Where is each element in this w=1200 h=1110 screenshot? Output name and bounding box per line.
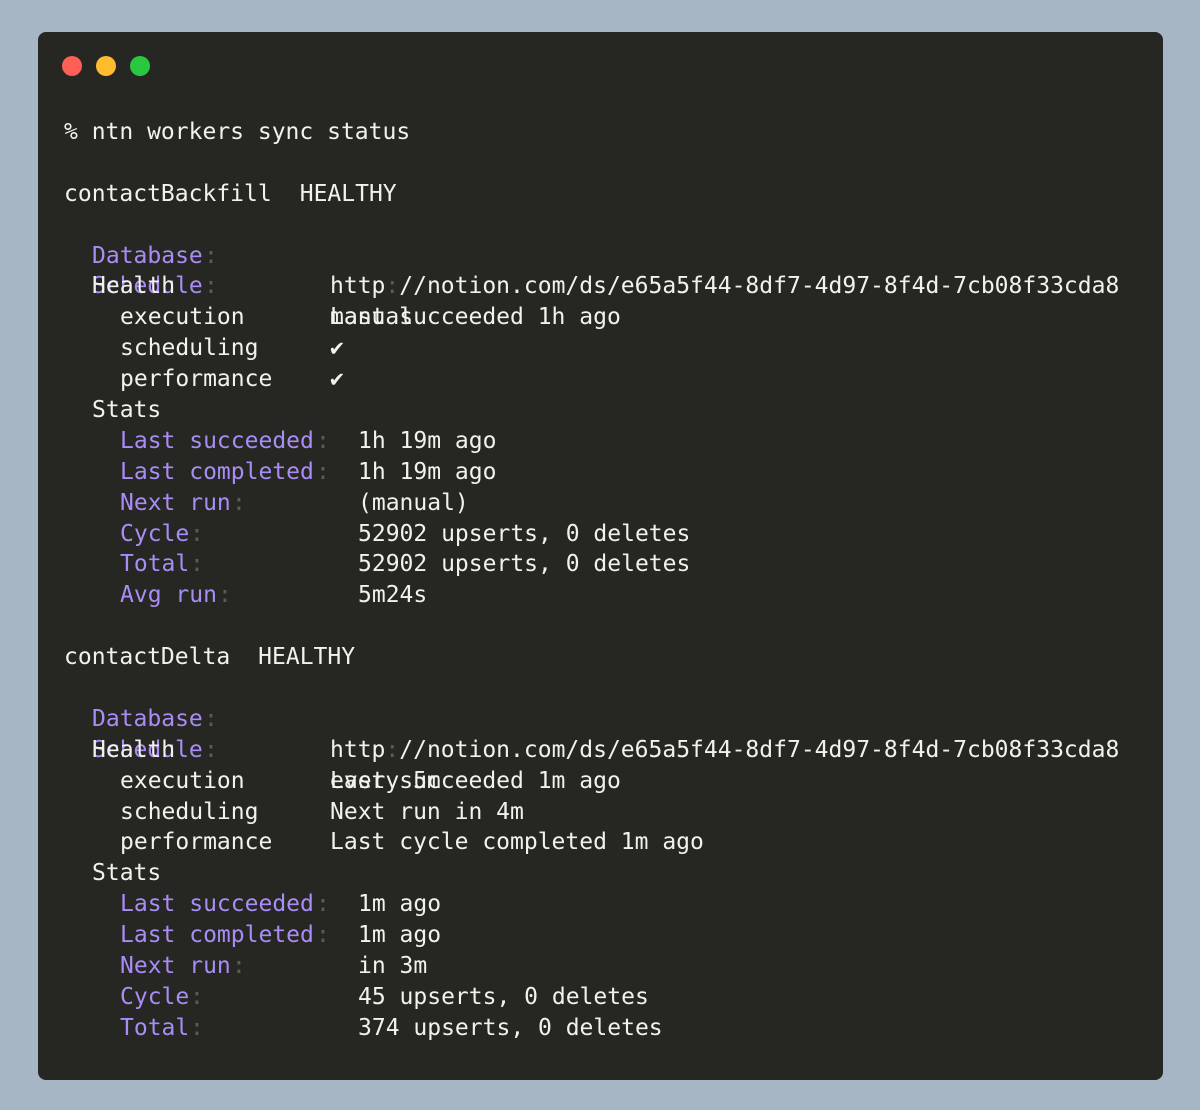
stat-key: Total [120,1014,190,1041]
stat-value: 1m ago [358,922,442,949]
health-row: performance Last cycle completed 1m ago [64,827,704,858]
stat-key: Last succeeded [120,427,314,454]
stat-row: Cycle: 45 upserts, 0 deletes [64,982,649,1013]
stat-key: Last succeeded [120,891,314,918]
colon: : [190,520,204,547]
command-line: % ntn workers sync status [64,119,411,145]
stat-value: 45 upserts, 0 deletes [358,983,649,1010]
check-icon: ✔ [330,366,344,393]
database-row: Database: http://notion.com/ds/e65a5f44-… [64,673,1119,763]
stat-value: 1m ago [358,891,442,918]
health-value: Last succeeded 1m ago [330,767,621,794]
stat-row: Last completed: 1m ago [64,920,441,951]
stat-value: 52902 upserts, 0 deletes [358,551,691,578]
colon: : [190,1014,204,1041]
terminal-window: % ntn workers sync status contactBackfil… [38,32,1163,1080]
stat-row: Next run: (manual) [64,488,469,519]
stat-key: Avg run [120,582,217,609]
stat-key: Last completed [120,922,314,949]
worker-status: HEALTHY [299,180,397,207]
health-key: scheduling [120,798,259,825]
colon: : [316,458,330,485]
stat-value: 374 upserts, 0 deletes [358,1014,663,1041]
zoom-button[interactable] [130,56,150,76]
colon: : [190,983,204,1010]
stats-heading: Stats [64,395,410,426]
stat-value: 5m24s [358,582,428,609]
health-key: execution [120,304,245,331]
health-label: Health [92,273,176,300]
colon: : [232,489,246,516]
colon: : [232,953,246,980]
stat-row: Last succeeded: 1h 19m ago [64,426,496,457]
terminal-output: % ntn workers sync status contactBackfil… [64,117,1119,1044]
stat-value: (manual) [358,489,469,516]
stat-row: Total: 52902 upserts, 0 deletes [64,549,690,580]
worker-name: contactDelta [64,644,231,671]
worker-status: HEALTHY [258,644,356,671]
health-row: execution Last succeeded 1h ago [64,302,621,333]
health-key: performance [120,366,273,393]
colon: : [316,891,330,918]
worker-header: contactBackfill HEALTHY [64,179,410,210]
colon: : [218,582,232,609]
health-heading: Health [64,735,410,766]
stat-value: 52902 upserts, 0 deletes [358,520,691,547]
stat-row: Last completed: 1h 19m ago [64,457,496,488]
url-path: //notion.com/ds/e65a5f44-8df7-4d97-8f4d-… [399,736,1120,763]
stat-row: Last succeeded: 1m ago [64,889,441,920]
health-heading: Health [64,271,410,302]
stat-key: Next run [120,489,231,516]
health-row: scheduling Next run in 4m [64,797,524,828]
worker-name: contactBackfill [64,180,272,207]
stat-key: Total [120,551,190,578]
stat-key: Cycle [120,983,190,1010]
stat-row: Avg run: 5m24s [64,580,427,611]
close-button[interactable] [62,56,82,76]
minimize-button[interactable] [96,56,116,76]
schedule-row: Schedule: every 5m [64,704,441,794]
database-value[interactable]: http://notion.com/ds/e65a5f44-8df7-4d97-… [330,735,1119,766]
health-row: execution Last succeeded 1m ago [64,766,621,797]
colon: : [316,922,330,949]
colon: : [190,551,204,578]
health-key: performance [120,829,273,856]
health-row: performance ✔ [64,364,410,395]
stats-label: Stats [92,397,162,424]
stat-row: Next run: in 3m [64,951,427,982]
stat-value: 1h 19m ago [358,458,497,485]
health-label: Health [92,736,176,763]
check-icon: ✔ [330,335,344,362]
database-row: Database: http://notion.com/ds/e65a5f44-… [64,210,1119,300]
stat-row: Total: 374 upserts, 0 deletes [64,1013,663,1044]
stat-value: 1h 19m ago [358,427,497,454]
stat-key: Last completed [120,458,314,485]
url-path: //notion.com/ds/e65a5f44-8df7-4d97-8f4d-… [399,273,1120,300]
schedule-row: Schedule: manual [64,241,413,330]
stat-value: in 3m [358,953,428,980]
stat-row: Cycle: 52902 upserts, 0 deletes [64,519,690,550]
stats-label: Stats [92,860,162,887]
health-value: Next run in 4m [330,798,524,825]
stat-key: Cycle [120,520,190,547]
health-row: scheduling ✔ [64,333,410,364]
stats-heading: Stats [64,858,410,889]
health-value: Last cycle completed 1m ago [330,829,704,856]
database-value[interactable]: http://notion.com/ds/e65a5f44-8df7-4d97-… [330,271,1119,302]
health-key: execution [120,767,245,794]
stat-key: Next run [120,953,231,980]
health-key: scheduling [120,335,259,362]
health-value: Last succeeded 1h ago [330,304,621,331]
colon: : [316,427,330,454]
window-controls [62,56,150,76]
worker-header: contactDelta HEALTHY [64,642,410,673]
